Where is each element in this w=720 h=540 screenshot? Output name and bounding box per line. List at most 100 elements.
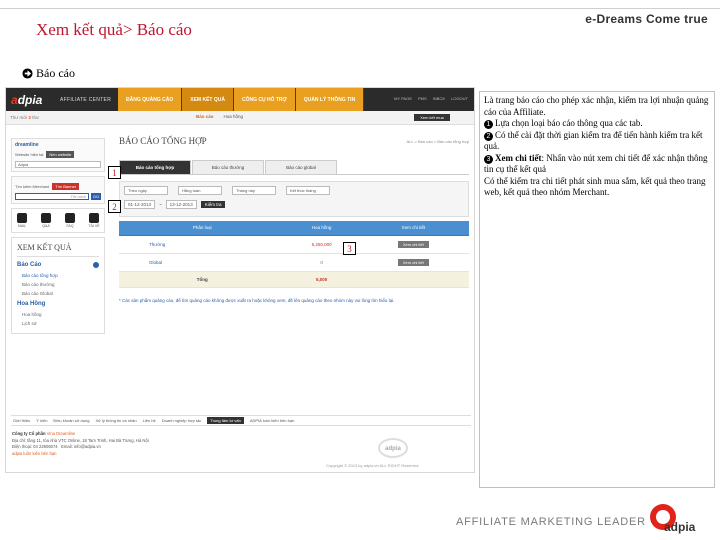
link-logout[interactable]: LOGOUT [451, 96, 468, 101]
mail-icon [17, 213, 27, 223]
website-box: dreamline Website hiện tại Nền website Ad… [11, 138, 105, 172]
footer-tagline: ADPIA luôn kiên bên bạn [249, 418, 295, 423]
footer-link[interactable]: Ý kiến [36, 418, 47, 423]
footer-link[interactable]: Xử lý thông tin cá nhân [95, 418, 136, 423]
subtab-bao-cao[interactable]: Báo cáo [196, 114, 214, 119]
footer-logo: adpia [378, 438, 408, 458]
question-icon [41, 213, 51, 223]
nav-dang-quang-cao[interactable]: ĐĂNG QUẢNG CÁO [118, 88, 183, 111]
merchant-search-box: Tìm kiếm Merchant Tìm Banner Tên web GO [11, 176, 105, 204]
header-rule [0, 8, 720, 9]
quick-faq[interactable]: FAQ [62, 213, 78, 228]
marker-3: 3 [343, 242, 356, 255]
company-phone: Điện thoại: 04 22606074 [12, 444, 58, 449]
date-to-input[interactable]: 13-12-2013 [165, 200, 197, 209]
bottom-logo-text: adpia [664, 520, 696, 534]
total-amount: 5,000 [285, 271, 358, 288]
adpia-logo[interactable]: adpia [11, 93, 42, 107]
menu-bao-cao-global[interactable]: Báo cáo Global [17, 289, 99, 298]
footer-link[interactable]: Điều khoản sử dụng [53, 418, 89, 423]
go-button[interactable]: GO [91, 193, 101, 200]
top-bar: adpia AFFILIATE CENTER ĐĂNG QUẢNG CÁO XE… [6, 88, 474, 111]
check-button[interactable]: Kiểm tra [200, 201, 226, 208]
nav-cong-cu-ho-tro[interactable]: CÔNG CỤ HỖ TRỢ [233, 88, 296, 111]
arrow-right-icon [22, 68, 33, 79]
row-action-cell: Xem chi tiết [357, 235, 469, 254]
date-separator: ~ [159, 202, 162, 207]
report-screenshot: adpia AFFILIATE CENTER ĐĂNG QUẢNG CÁO XE… [5, 87, 475, 473]
menu-bao-cao-tong-hop[interactable]: Báo cáo tổng hợp [17, 271, 99, 280]
link-my-page[interactable]: MY PAGE [394, 96, 412, 101]
filter-ket-thuc-thang[interactable]: Kết thúc tháng [286, 186, 330, 195]
quick-icons: MAIL Q&A FAQ TẢI VỀ [11, 208, 105, 233]
total-row: Tổng 5,000 [119, 271, 469, 288]
view-detail-button[interactable]: Xem chi tiết [397, 258, 429, 266]
report-table: Phân loại Hoa hồng Xem chi tiết Thường 5… [119, 221, 469, 288]
quick-mail[interactable]: MAIL [14, 213, 30, 228]
invite-count[interactable]: Thư mời 2 thư [10, 115, 39, 120]
date-from-input[interactable]: 01-12-2013 [124, 200, 156, 209]
footer-link[interactable]: Giới thiệu [13, 418, 30, 423]
col-phan-loai: Phân loại [119, 221, 286, 236]
desc-item-2: 2 Có thể cài đặt thời gian kiểm tra để ti… [484, 129, 703, 151]
table-row: Thường 5,250,000 Xem chi tiết [119, 235, 469, 254]
desc-outro: Có thể kiểm tra chi tiết phát sinh mua s… [484, 175, 706, 198]
section-heading-label: Báo cáo [36, 66, 75, 80]
footer-link[interactable]: Doanh nghiệp hợp tác [162, 418, 202, 423]
copyright: Copyright © 2013 by adpia.vn ALL RIGHT R… [326, 463, 420, 468]
link-pms[interactable]: PMS [418, 96, 427, 101]
table-row: Global 0 Xem chi tiết [119, 253, 469, 272]
group-hoa-hong[interactable]: Hoa Hồng [17, 301, 99, 307]
filter-thang-nay[interactable]: Tháng này [232, 186, 276, 195]
company-slogan: adpia luôn kiên bên bạn [12, 450, 57, 456]
col-xem-chi-tiet: Xem chi tiết [357, 221, 469, 236]
tab-bao-cao-tong-hop[interactable]: Báo cáo tổng hợp [119, 160, 191, 174]
faq-icon [65, 213, 75, 223]
site-name: dreamline [15, 142, 39, 148]
nav-xem-ket-qua[interactable]: XEM KẾT QUẢ [182, 88, 234, 111]
slide-title: Xem kết quả> Báo cáo [36, 20, 192, 39]
merchant-label: Tìm kiếm Merchant [15, 184, 50, 189]
website-button[interactable]: Nền website [46, 151, 75, 158]
tab-bao-cao-thuong[interactable]: Báo cáo thường [192, 160, 264, 174]
date-filter: Theo ngày Hằng tuần Tháng này Kết thúc t… [119, 181, 469, 217]
quick-qa[interactable]: Q&A [38, 213, 54, 228]
merchant-button[interactable]: Tìm Banner [52, 183, 80, 190]
description-panel: Là trang báo cáo cho phép xác nhận, kiểm… [479, 91, 715, 488]
view-detail-button[interactable]: Xem chi tiết [397, 240, 429, 248]
support-center-button[interactable]: Trung tâm tư vấn [207, 417, 244, 424]
tab-bao-cao-global[interactable]: Báo cáo global [265, 160, 337, 174]
collapse-icon [93, 262, 99, 268]
company-email: Email: info@adpia.vn [61, 444, 101, 449]
group-bao-cao[interactable]: Báo Cáo [17, 262, 99, 268]
report-tabs: Báo cáo tổng hợp Báo cáo thường Báo cáo … [119, 160, 469, 175]
top-links: MY PAGE PMS INBOX LOGOUT [394, 96, 468, 101]
download-icon [89, 213, 99, 223]
nav-quan-ly-thong-tin[interactable]: QUẢN LÝ THÔNG TIN [295, 88, 365, 111]
site-select[interactable]: Adpia [15, 161, 101, 168]
quick-download[interactable]: TẢI VỀ [86, 213, 102, 228]
adpia-bottom-logo: adpia [644, 502, 714, 536]
subtab-hoa-hong[interactable]: Hoa hồng [224, 114, 244, 119]
brand-slogan: e-Dreams Come true [585, 12, 708, 26]
row-category: Global [119, 253, 286, 272]
total-label: Tổng [119, 271, 286, 288]
company-info: Công ty Cổ phần Vina Dreamline Địa chỉ: … [12, 431, 149, 456]
results-menu-title: XEM KẾT QUẢ [17, 243, 99, 257]
merchant-search-input[interactable]: Tên web [15, 193, 89, 200]
menu-hoa-hong[interactable]: Hoa hồng [17, 310, 99, 319]
link-inbox[interactable]: INBOX [433, 96, 445, 101]
footer-links: Giới thiệu Ý kiến Điều khoản sử dụng Xử … [11, 415, 471, 426]
footer-link[interactable]: Liên hệ [143, 418, 156, 423]
filter-hang-tuan[interactable]: Hằng tuần [178, 186, 222, 195]
website-label: Website hiện tại [15, 152, 44, 157]
menu-bao-cao-thuong[interactable]: Báo cáo thường [17, 280, 99, 289]
section-heading: Báo cáo [22, 66, 75, 81]
affiliate-center-label: AFFILIATE CENTER [60, 97, 112, 103]
view-results-button[interactable]: Xem kết mua [414, 114, 450, 121]
sub-tabs: Báo cáo Hoa hồng [196, 114, 243, 119]
row-action-cell: Xem chi tiết [357, 253, 469, 272]
filter-theo-ngay[interactable]: Theo ngày [124, 186, 168, 195]
menu-lich-su[interactable]: Lịch sử [17, 319, 99, 328]
desc-item-1: 1 Lựa chọn loại báo cáo thông qua các tab… [484, 118, 710, 130]
